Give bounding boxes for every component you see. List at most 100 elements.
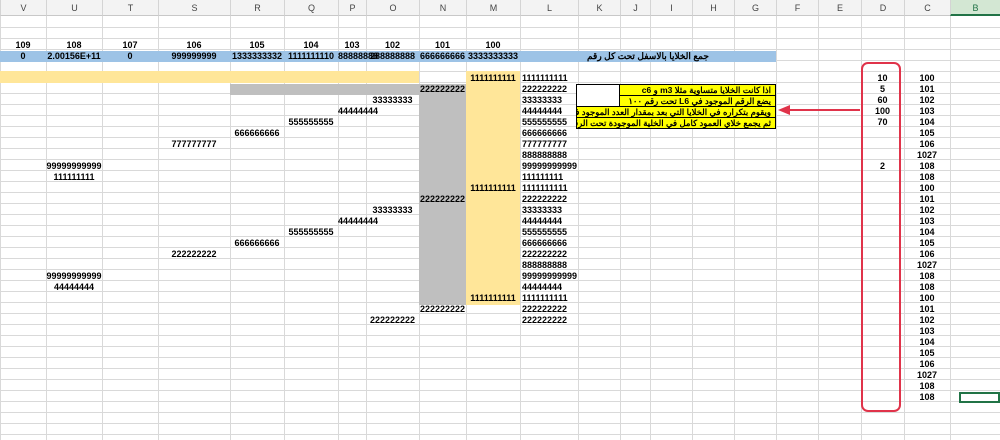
column-header-u[interactable]: U bbox=[46, 0, 102, 16]
active-cell-cursor[interactable] bbox=[959, 392, 1000, 403]
red-arrow-icon bbox=[778, 104, 862, 118]
column-header-t[interactable]: T bbox=[102, 0, 158, 16]
column-header-h[interactable]: H bbox=[692, 0, 734, 16]
gridline-horizontal bbox=[0, 335, 1000, 336]
gridline-horizontal bbox=[0, 401, 1000, 402]
p-value-cell: 44444444 bbox=[338, 106, 379, 116]
c-value-cell: 1027 bbox=[916, 150, 938, 160]
gridline-horizontal bbox=[0, 346, 1000, 347]
column-header-n[interactable]: N bbox=[419, 0, 466, 16]
l-value-cell: 222222222 bbox=[522, 194, 568, 204]
sum-label-cell: 102 bbox=[384, 40, 401, 50]
u-value-cell: 44444444 bbox=[53, 282, 95, 292]
gridline-vertical bbox=[776, 16, 777, 440]
spreadsheet-grid[interactable]: V U T S R Q P O N M L K J I H G F E D C B 109 0 108 2.00156E+11 1… bbox=[0, 0, 1000, 440]
s-value-cell: 222222222 bbox=[171, 249, 217, 259]
c-value-cell: 108 bbox=[919, 172, 935, 182]
m-value-cell: 1111111111 bbox=[470, 73, 516, 83]
l-value-cell: 222222222 bbox=[522, 84, 568, 94]
gridline-horizontal bbox=[0, 313, 1000, 314]
s-value-cell: 777777777 bbox=[171, 139, 217, 149]
o-value-cell: 33333333 bbox=[372, 95, 413, 105]
note-white-cell bbox=[576, 84, 620, 107]
column-header-s[interactable]: S bbox=[158, 0, 230, 16]
l-value-cell: 44444444 bbox=[522, 216, 563, 226]
gridline-horizontal bbox=[0, 27, 1000, 28]
c-value-cell: 108 bbox=[919, 271, 935, 281]
c-value-cell: 1027 bbox=[916, 260, 938, 270]
u-value-cell: 111111111 bbox=[53, 172, 95, 182]
note-box: ثم يجمع خلاي العمود كامل في الخلية الموج… bbox=[576, 117, 776, 129]
u-value-cell: 99999999999 bbox=[46, 161, 102, 171]
c-value-cell: 102 bbox=[919, 95, 935, 105]
l-value-cell: 555555555 bbox=[522, 227, 568, 237]
l-value-cell: 666666666 bbox=[522, 238, 568, 248]
l-value-cell: 33333333 bbox=[522, 95, 563, 105]
c-value-cell: 1027 bbox=[916, 370, 938, 380]
column-header-k[interactable]: K bbox=[578, 0, 620, 16]
c-value-cell: 101 bbox=[919, 194, 935, 204]
column-header-i[interactable]: I bbox=[650, 0, 692, 16]
c-value-cell: 104 bbox=[919, 227, 935, 237]
column-header-q[interactable]: Q bbox=[284, 0, 338, 16]
gridline-horizontal bbox=[0, 357, 1000, 358]
l-value-cell: 666666666 bbox=[522, 128, 568, 138]
sum-value-cell: 288888888 bbox=[369, 51, 416, 61]
gridline-horizontal bbox=[0, 434, 1000, 435]
column-header-m[interactable]: M bbox=[466, 0, 520, 16]
l-value-cell: 33333333 bbox=[522, 205, 563, 215]
gridline-vertical bbox=[950, 16, 951, 440]
l-value-cell: 888888888 bbox=[522, 260, 568, 270]
column-header-j[interactable]: J bbox=[620, 0, 650, 16]
sum-label-cell: 104 bbox=[303, 40, 319, 50]
sum-label-cell: 109 bbox=[15, 40, 31, 50]
column-header-f[interactable]: F bbox=[776, 0, 818, 16]
c-value-cell: 100 bbox=[919, 183, 935, 193]
red-highlight-box bbox=[861, 62, 901, 412]
sum-value-cell: 999999999 bbox=[171, 51, 217, 61]
c-value-cell: 104 bbox=[919, 117, 935, 127]
sum-label-cell: 107 bbox=[122, 40, 138, 50]
c-value-cell: 102 bbox=[919, 205, 935, 215]
r-value-cell: 666666666 bbox=[234, 128, 280, 138]
gridline-vertical bbox=[734, 16, 735, 440]
column-header-l[interactable]: L bbox=[520, 0, 578, 16]
l-value-cell: 222222222 bbox=[522, 315, 568, 325]
column-header-p[interactable]: P bbox=[338, 0, 366, 16]
column-header-b[interactable]: B bbox=[950, 0, 1000, 16]
sum-label-cell: 103 bbox=[344, 40, 360, 50]
column-header-c[interactable]: C bbox=[904, 0, 950, 16]
q-value-cell: 555555555 bbox=[288, 117, 334, 127]
gridline-horizontal bbox=[0, 379, 1000, 380]
c-value-cell: 108 bbox=[919, 282, 935, 292]
o-value-cell: 222222222 bbox=[369, 315, 416, 325]
sum-title-cell: جمع الخلايا بالاسفل تحت كل رقم bbox=[587, 51, 709, 61]
sum-value-cell: 0 bbox=[20, 51, 26, 61]
sum-value-cell: 2.00156E+11 bbox=[47, 51, 101, 61]
column-header-g[interactable]: G bbox=[734, 0, 776, 16]
c-value-cell: 105 bbox=[919, 348, 935, 358]
l-value-cell: 777777777 bbox=[522, 139, 568, 149]
column-header-o[interactable]: O bbox=[366, 0, 419, 16]
sum-label-cell: 100 bbox=[485, 40, 501, 50]
gridline-vertical bbox=[818, 16, 819, 440]
gridline-vertical bbox=[578, 16, 579, 440]
sum-value-cell: 666666666 bbox=[419, 51, 466, 61]
l-value-cell: 1111111111 bbox=[522, 293, 568, 303]
column-header-e[interactable]: E bbox=[818, 0, 861, 16]
column-header-d[interactable]: D bbox=[861, 0, 904, 16]
highlight-row-fill bbox=[0, 71, 419, 83]
sum-label-cell: 106 bbox=[186, 40, 202, 50]
column-header-r[interactable]: R bbox=[230, 0, 284, 16]
c-value-cell: 108 bbox=[919, 392, 935, 402]
gridline-horizontal bbox=[0, 38, 1000, 39]
c-value-cell: 106 bbox=[919, 249, 935, 259]
c-value-cell: 106 bbox=[919, 359, 935, 369]
q-value-cell: 555555555 bbox=[288, 227, 334, 237]
m-value-cell: 1111111111 bbox=[470, 183, 516, 193]
o-value-cell: 33333333 bbox=[372, 205, 413, 215]
column-header-v[interactable]: V bbox=[0, 0, 46, 16]
gridline-vertical bbox=[520, 16, 521, 440]
l-value-cell: 222222222 bbox=[522, 304, 568, 314]
c-value-cell: 102 bbox=[919, 315, 935, 325]
